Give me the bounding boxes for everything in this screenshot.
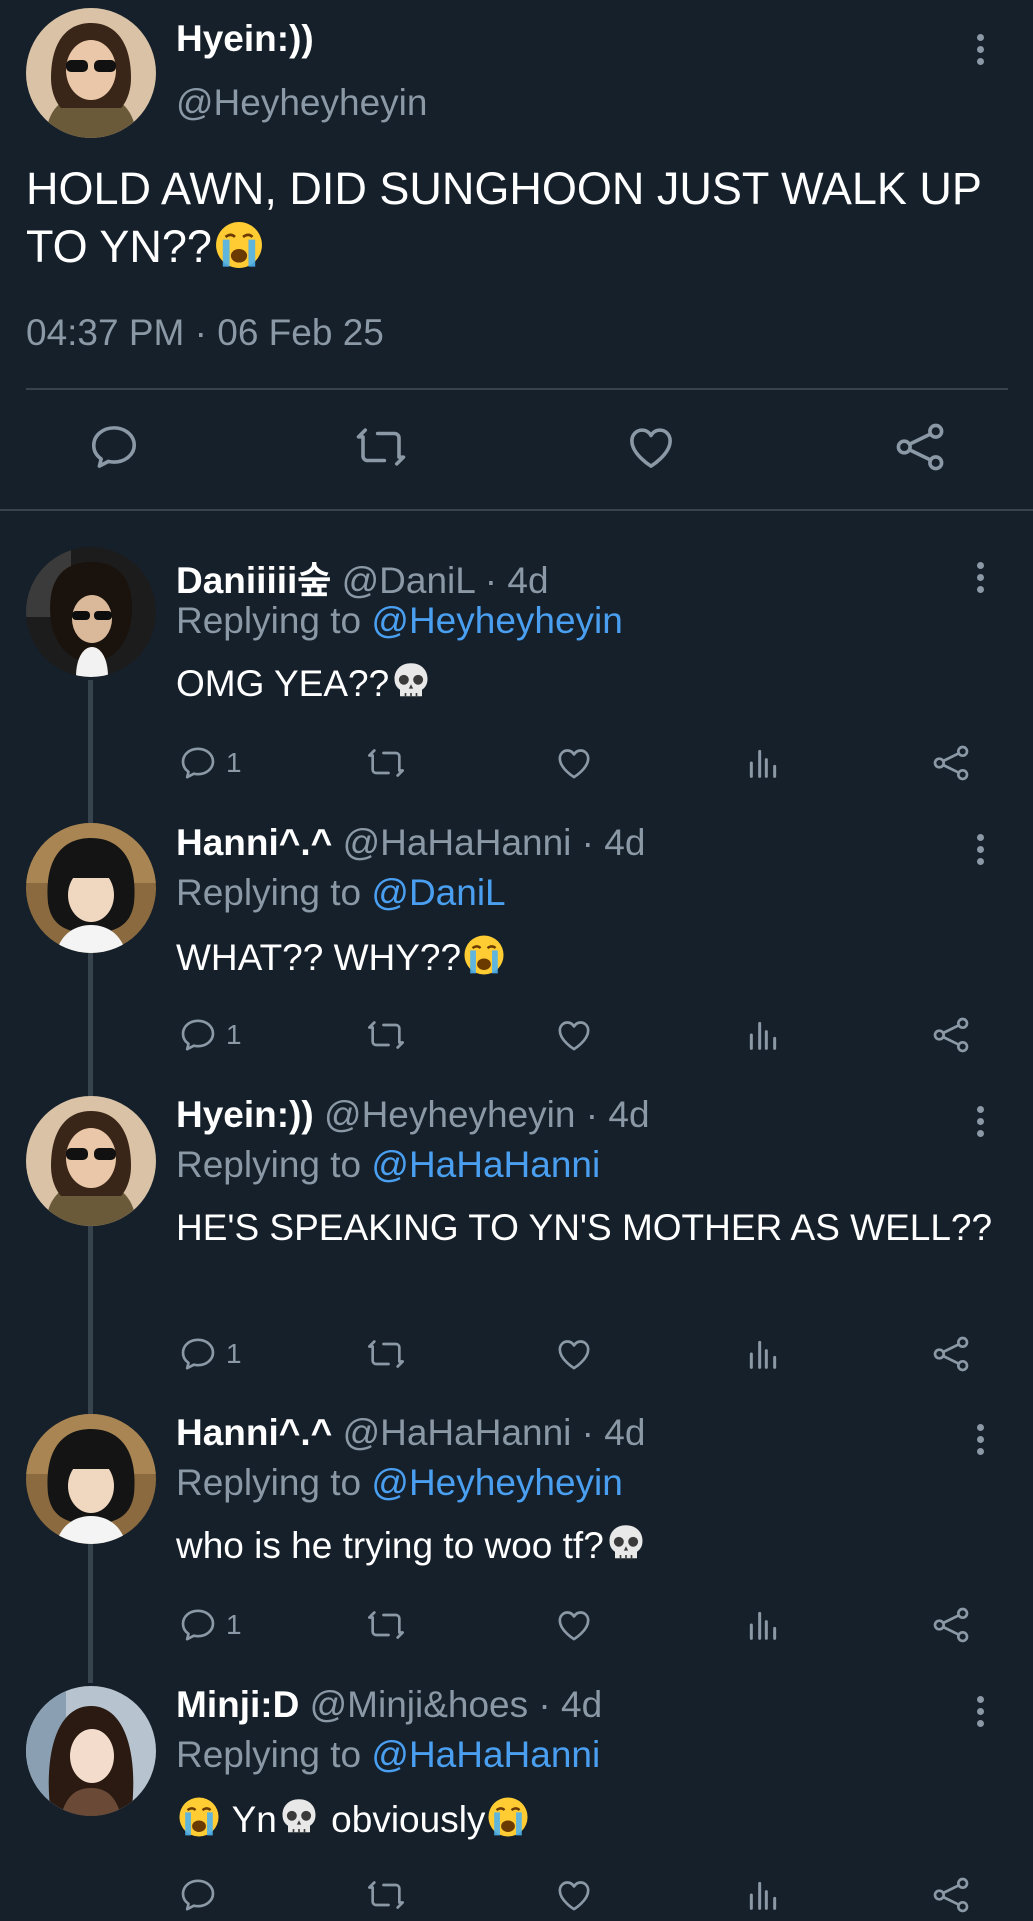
reply-icon[interactable] [87, 420, 141, 474]
stats-icon[interactable] [743, 743, 783, 783]
reply-button[interactable] [178, 1875, 218, 1915]
skull-emoji [604, 1522, 648, 1566]
share-icon[interactable] [931, 1875, 971, 1915]
reply-button[interactable]: 1 [178, 743, 242, 783]
reply-button[interactable]: 1 [178, 1334, 242, 1374]
more-options-icon[interactable] [973, 562, 987, 598]
crying-face-emoji [485, 1794, 531, 1840]
reply-button[interactable]: 1 [178, 1605, 242, 1645]
replying-to: Replying to @HaHaHanni [176, 1144, 601, 1185]
author-name[interactable]: Hanni^.^ [176, 1412, 332, 1453]
skull-emoji [277, 1796, 321, 1840]
replying-to: Replying to @HaHaHanni [176, 1734, 601, 1775]
author-handle[interactable]: @HaHaHanni · 4d [343, 822, 646, 863]
reply-count: 1 [226, 1609, 242, 1640]
author-handle[interactable]: @HaHaHanni · 4d [343, 1412, 646, 1453]
tweet-action-bar [0, 420, 1033, 480]
author-name[interactable]: Hyein:)) [176, 18, 314, 60]
reply-button[interactable]: 1 [178, 1015, 242, 1055]
mention-link[interactable]: @DaniL [371, 872, 505, 913]
avatar[interactable] [26, 1686, 156, 1816]
share-icon[interactable] [931, 743, 971, 783]
avatar[interactable] [26, 547, 156, 677]
mention-link[interactable]: @Heyheyheyin [371, 1462, 622, 1503]
retweet-icon[interactable] [366, 1334, 406, 1374]
retweet-icon[interactable] [366, 1605, 406, 1645]
tweet-text: who is he trying to woo tf? [176, 1522, 996, 1570]
like-icon[interactable] [554, 1875, 594, 1915]
avatar[interactable] [26, 823, 156, 953]
skull-emoji [389, 660, 433, 704]
more-options-icon[interactable] [973, 1424, 987, 1460]
mention-link[interactable]: @Heyheyheyin [371, 600, 622, 641]
tweet-text: HOLD AWN, DID SUNGHOON JUST WALK UP TO Y… [26, 163, 982, 272]
crying-face-emoji [212, 218, 266, 272]
share-icon[interactable] [893, 420, 947, 474]
reply-count: 1 [226, 1019, 242, 1050]
tweet-action-bar: 1 [0, 743, 1033, 789]
divider [26, 388, 1008, 390]
avatar[interactable] [26, 1096, 156, 1226]
tweet-text: WHAT?? WHY?? [176, 932, 996, 982]
like-icon[interactable] [554, 743, 594, 783]
author-handle[interactable]: @Heyheyheyin · 4d [324, 1094, 650, 1135]
author-handle[interactable]: @Minji&hoes · 4d [310, 1684, 603, 1725]
share-icon[interactable] [931, 1015, 971, 1055]
retweet-icon[interactable] [366, 743, 406, 783]
crying-face-emoji [461, 932, 507, 978]
replying-to: Replying to @DaniL [176, 872, 506, 913]
avatar[interactable] [26, 8, 156, 138]
reply-icon [178, 1334, 218, 1374]
tweet-timestamp: 04:37 PM · 06 Feb 25 [26, 312, 384, 353]
author-handle[interactable]: @DaniL · 4d [342, 560, 549, 601]
crying-face-emoji [176, 1794, 222, 1840]
mention-link[interactable]: @HaHaHanni [371, 1734, 600, 1775]
replying-to: Replying to @Heyheyheyin [176, 600, 623, 641]
avatar[interactable] [26, 1414, 156, 1544]
author-handle[interactable]: @Heyheyheyin [176, 82, 427, 124]
more-options-icon[interactable] [973, 1106, 987, 1142]
tweet-action-bar [0, 1875, 1033, 1921]
more-options-icon[interactable] [973, 1696, 987, 1732]
share-icon[interactable] [931, 1605, 971, 1645]
author-name[interactable]: Hanni^.^ [176, 822, 332, 863]
divider [0, 509, 1033, 511]
reply-icon [178, 743, 218, 783]
stats-icon[interactable] [743, 1875, 783, 1915]
tweet-action-bar: 1 [0, 1015, 1033, 1061]
reply-icon [178, 1875, 218, 1915]
stats-icon[interactable] [743, 1334, 783, 1374]
tweet-action-bar: 1 [0, 1605, 1033, 1651]
author-name[interactable]: Minji:D [176, 1684, 299, 1725]
tweet-text: HE'S SPEAKING TO YN'S MOTHER AS WELL?? [176, 1207, 993, 1248]
reply-icon [178, 1605, 218, 1645]
replying-to: Replying to @Heyheyheyin [176, 1462, 623, 1503]
like-icon[interactable] [624, 420, 678, 474]
like-icon[interactable] [554, 1015, 594, 1055]
tweet-text: Yn obviously [176, 1794, 996, 1844]
retweet-icon[interactable] [366, 1875, 406, 1915]
more-options-icon[interactable] [973, 34, 987, 70]
reply-icon [178, 1015, 218, 1055]
stats-icon[interactable] [743, 1015, 783, 1055]
more-options-icon[interactable] [973, 834, 987, 870]
author-name[interactable]: Hyein:)) [176, 1094, 314, 1135]
like-icon[interactable] [554, 1605, 594, 1645]
tweet-text: OMG YEA?? [176, 660, 996, 708]
retweet-icon[interactable] [366, 1015, 406, 1055]
tweet-action-bar: 1 [0, 1334, 1033, 1380]
reply-count: 1 [226, 747, 242, 778]
share-icon[interactable] [931, 1334, 971, 1374]
author-name[interactable]: Daniiiii숲 [176, 560, 331, 601]
mention-link[interactable]: @HaHaHanni [371, 1144, 600, 1185]
stats-icon[interactable] [743, 1605, 783, 1645]
retweet-icon[interactable] [354, 420, 408, 474]
like-icon[interactable] [554, 1334, 594, 1374]
reply-count: 1 [226, 1338, 242, 1369]
